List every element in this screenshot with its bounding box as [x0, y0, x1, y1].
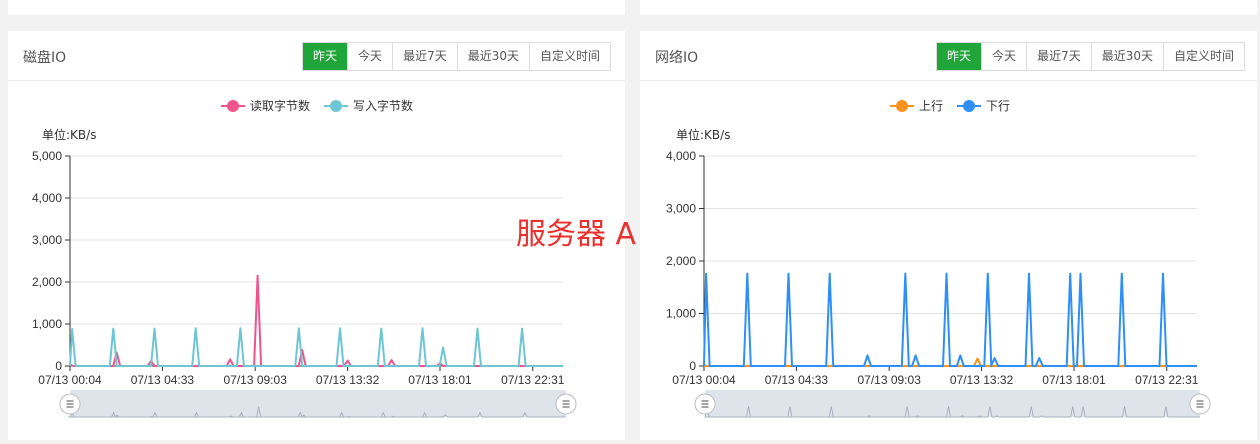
disk-zoom-handle-left[interactable] — [59, 393, 81, 415]
network-xtick-label: 07/13 00:04 — [672, 373, 736, 387]
disk-xtick-label: 07/13 22:31 — [501, 373, 565, 387]
network-ytick-label: 2,000 — [666, 254, 696, 268]
disk-ytick-label: 2,000 — [32, 275, 62, 289]
network-zoom-handle-right[interactable] — [1189, 393, 1211, 415]
disk-xtick-label: 07/13 04:33 — [131, 373, 195, 387]
disk-ytick-label: 5,000 — [32, 149, 62, 163]
network-ytick-label: 3,000 — [666, 202, 696, 216]
disk-series-line-2 — [69, 327, 563, 367]
disk-series-line-1 — [69, 274, 563, 367]
disk-ytick-label: 3,000 — [32, 233, 62, 247]
network-series-line-2 — [703, 272, 1197, 367]
network-ytick-label: 0 — [689, 359, 696, 373]
disk-xtick-label: 07/13 13:32 — [316, 373, 380, 387]
network-xtick-label: 07/13 18:01 — [1042, 373, 1106, 387]
server-label: 服务器 A — [516, 217, 637, 252]
disk-ytick-label: 4,000 — [32, 191, 62, 205]
disk-xtick-label: 07/13 00:04 — [38, 373, 102, 387]
network-xtick-label: 07/13 09:03 — [857, 373, 921, 387]
network-ytick-label: 4,000 — [666, 149, 696, 163]
network-xtick-label: 07/13 04:33 — [765, 373, 829, 387]
network-ytick-label: 1,000 — [666, 307, 696, 321]
network-zoom-handle-left[interactable] — [694, 393, 716, 415]
disk-xtick-label: 07/13 18:01 — [408, 373, 472, 387]
disk-xtick-label: 07/13 09:03 — [223, 373, 287, 387]
disk-ytick-label: 1,000 — [32, 317, 62, 331]
network-xtick-label: 07/13 22:31 — [1135, 373, 1199, 387]
disk-ytick-label: 0 — [55, 359, 62, 373]
disk-zoom-handle-right[interactable] — [555, 393, 577, 415]
disk-zoom-slider — [70, 390, 566, 417]
network-xtick-label: 07/13 13:32 — [950, 373, 1014, 387]
